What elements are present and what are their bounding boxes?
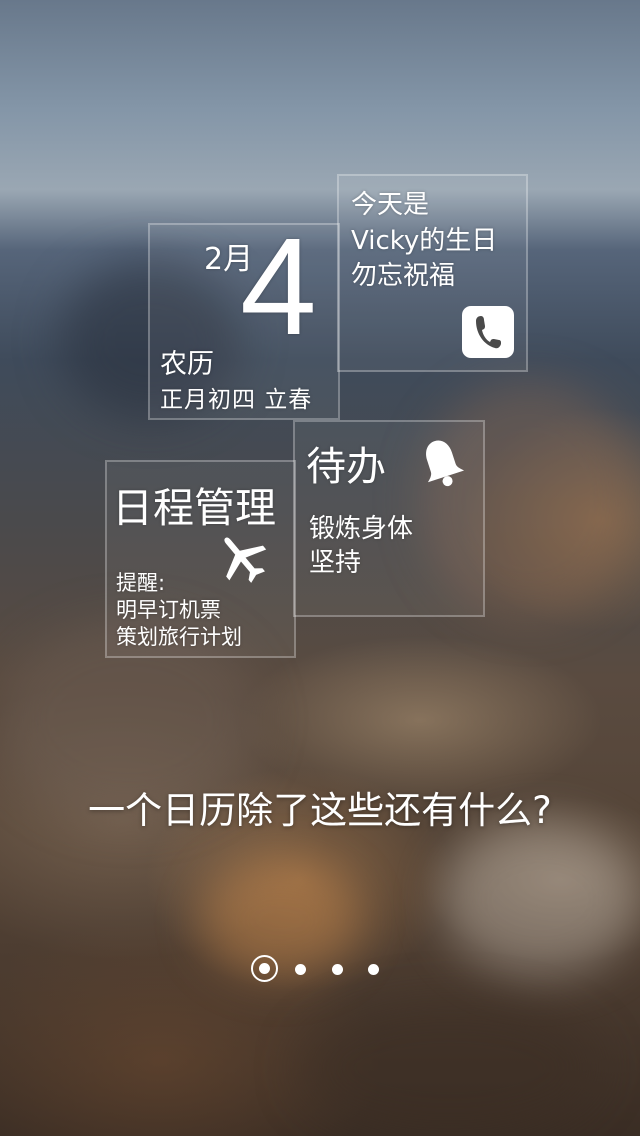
lunar-label: 农历 <box>160 349 214 380</box>
page-indicator[interactable] <box>250 955 390 985</box>
page-dot[interactable] <box>368 964 379 975</box>
phone-icon <box>476 316 501 349</box>
todo-item: 坚持 <box>309 548 362 578</box>
schedule-title: 日程管理 <box>112 484 276 532</box>
birthday-line-1: 今天是 <box>351 190 430 220</box>
reminder-item: 明早订机票 <box>116 598 221 622</box>
todo-item: 锻炼身体 <box>309 514 414 544</box>
reminder-item: 策划旅行计划 <box>116 625 242 649</box>
day-number: 4 <box>240 210 317 364</box>
page-dot[interactable] <box>332 964 343 975</box>
birthday-line-2: Vicky的生日 <box>351 226 498 256</box>
reminder-label: 提醒: <box>116 571 166 595</box>
bell-icon <box>426 440 465 487</box>
lunar-date: 正月初四 立春 <box>160 387 313 413</box>
birthday-line-3: 勿忘祝福 <box>351 261 456 291</box>
page-dot[interactable] <box>295 964 306 975</box>
airplane-icon <box>224 537 267 583</box>
call-button[interactable] <box>462 306 514 358</box>
todo-title: 待办 <box>306 444 386 490</box>
page-dot-active[interactable] <box>251 955 278 982</box>
tagline: 一个日历除了这些还有什么? <box>88 789 552 832</box>
